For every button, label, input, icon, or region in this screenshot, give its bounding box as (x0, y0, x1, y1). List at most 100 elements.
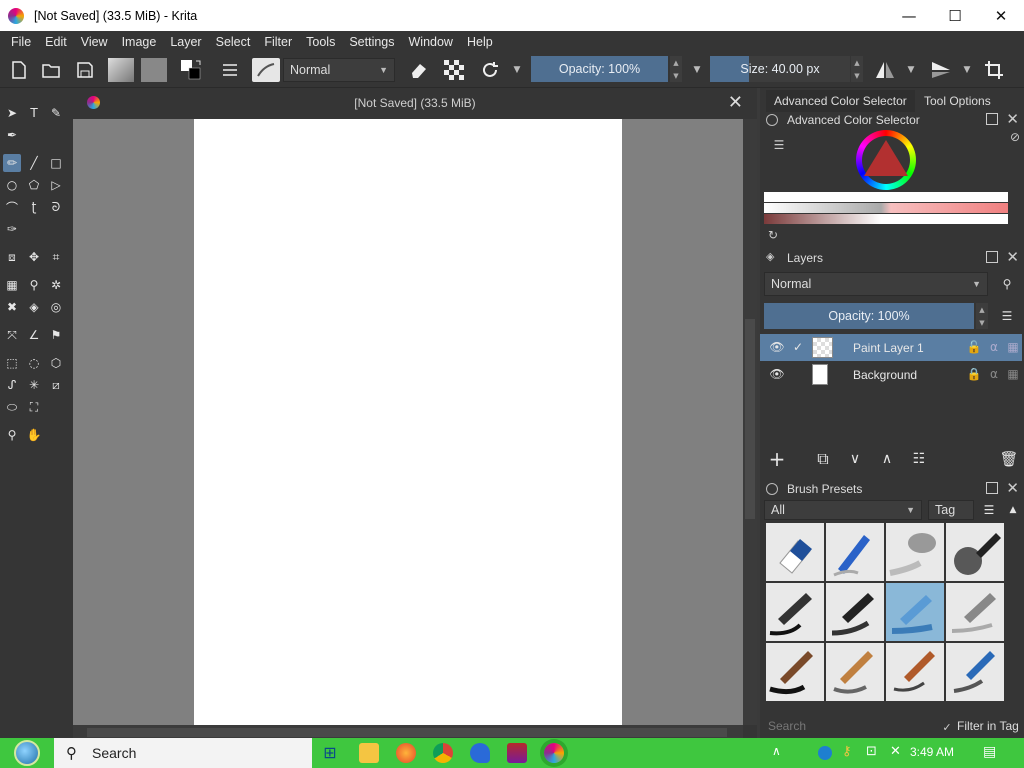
fill-tool-icon[interactable]: ◈ (25, 298, 43, 316)
ellipse-tool-icon[interactable]: ○ (3, 176, 21, 194)
brush-preset-watercolor[interactable] (886, 643, 944, 701)
brush-preset-charcoal[interactable] (946, 643, 1004, 701)
edit-shapes-tool-icon[interactable]: ✎ (47, 104, 65, 122)
similar-color-selection-tool-icon[interactable]: ⧄ (47, 376, 65, 394)
dynamic-brush-tool-icon[interactable]: ᘐ (47, 198, 65, 216)
multibrush-tool-icon[interactable]: ✑ (3, 220, 21, 238)
edge-tray-icon[interactable] (818, 746, 832, 760)
eraser-icon[interactable] (406, 58, 430, 82)
open-document-icon[interactable] (40, 58, 62, 82)
move-layer-up-icon[interactable]: ∧ (878, 450, 896, 468)
firefox-icon[interactable] (396, 743, 416, 763)
menu-image[interactable]: Image (115, 35, 164, 49)
filter-in-tag-checkbox[interactable]: ✓ (938, 718, 956, 736)
bezier-tool-icon[interactable]: ⌒ (3, 198, 21, 216)
rectangle-tool-icon[interactable]: □ (47, 154, 65, 172)
layer-properties-icon[interactable]: ☷ (910, 450, 928, 468)
vertical-scrollbar-thumb[interactable] (745, 319, 755, 519)
network-tray-icon[interactable]: ⊡ (866, 744, 877, 759)
lock-docker-icon[interactable] (766, 114, 778, 126)
reference-images-tool-icon[interactable]: ⚑ (47, 326, 65, 344)
layers-menu-icon[interactable]: ☰ (998, 307, 1016, 325)
brush-preset-wet-paint[interactable] (766, 643, 824, 701)
inherit-alpha-icon[interactable]: ▦ (1004, 338, 1022, 356)
brush-settings-icon[interactable] (219, 58, 241, 82)
taskbar-search[interactable]: ⚲ Search (54, 738, 312, 768)
polyline-tool-icon[interactable]: ▷ (47, 176, 65, 194)
brush-search-input[interactable]: Search (764, 716, 934, 736)
freehand-selection-tool-icon[interactable]: ᔑ (3, 376, 21, 394)
opacity-slider[interactable]: Opacity: 100% (531, 56, 668, 82)
menu-layer[interactable]: Layer (163, 35, 208, 49)
close-layers-docker-icon[interactable]: ✕ (1006, 248, 1019, 266)
reload-dropdown-chevron-icon[interactable]: ▼ (510, 58, 524, 82)
close-docker-icon[interactable]: ✕ (1006, 110, 1019, 128)
colorize-mask-tool-icon[interactable]: ✖ (3, 298, 21, 316)
close-window-button[interactable]: ✕ (978, 0, 1024, 31)
mirror-vertical-icon[interactable] (928, 58, 954, 82)
gradient-swatch[interactable] (108, 58, 134, 82)
menu-window[interactable]: Window (402, 35, 460, 49)
volume-muted-icon[interactable]: ✕ (890, 744, 901, 759)
close-document-icon[interactable]: ✕ (728, 92, 743, 113)
tab-advanced-color-selector[interactable]: Advanced Color Selector (766, 90, 915, 112)
fg-bg-color-icon[interactable] (178, 58, 208, 82)
pattern-swatch[interactable] (141, 58, 167, 82)
refresh-history-icon[interactable]: ↻ (764, 226, 782, 244)
tag-dropdown[interactable]: Tag (928, 500, 974, 520)
menu-settings[interactable]: Settings (342, 35, 401, 49)
menu-edit[interactable]: Edit (38, 35, 74, 49)
line-tool-icon[interactable]: ╱ (25, 154, 43, 172)
brush-preset-ink[interactable] (946, 523, 1004, 581)
freehand-path-tool-icon[interactable]: ʈ (25, 198, 43, 216)
calligraphy-tool-icon[interactable]: ✒ (3, 126, 21, 144)
bezier-selection-tool-icon[interactable]: ⬭ (3, 398, 21, 416)
polygon-tool-icon[interactable]: ⬠ (25, 176, 43, 194)
move-tool-icon[interactable]: ✥ (25, 248, 43, 266)
file-explorer-icon[interactable] (359, 743, 379, 763)
menu-tools[interactable]: Tools (299, 35, 342, 49)
saturation-bar[interactable] (764, 203, 1008, 213)
duplicate-layer-icon[interactable]: ⧉ (814, 449, 832, 468)
inherit-alpha-icon[interactable]: ▦ (1004, 365, 1022, 383)
brush-view-menu-icon[interactable]: ☰ (980, 501, 998, 519)
notification-icon[interactable]: ▤ (983, 744, 996, 760)
magnetic-selection-tool-icon[interactable]: ⛶ (25, 398, 43, 416)
freehand-brush-tool-icon[interactable]: ✏ (3, 154, 21, 172)
menu-help[interactable]: Help (460, 35, 500, 49)
chrome-icon[interactable] (433, 743, 453, 763)
visibility-eye-icon[interactable]: 👁 (768, 365, 786, 383)
alpha-lock-icon[interactable] (442, 58, 466, 82)
text-tool-icon[interactable]: T (25, 104, 43, 122)
layer-opacity-slider[interactable]: Opacity: 100% (764, 303, 974, 329)
save-icon[interactable] (74, 58, 96, 82)
menu-view[interactable]: View (74, 35, 115, 49)
app-drop-icon[interactable] (470, 743, 490, 763)
size-slider[interactable]: Size: 40.00 px (710, 56, 850, 82)
delete-layer-icon[interactable]: 🗑 (999, 450, 1018, 468)
reset-color-icon[interactable]: ⊘ (1006, 128, 1024, 146)
brush-filter-dropdown[interactable]: All ▼ (764, 500, 922, 520)
opacity-dropdown-chevron-icon[interactable]: ▼ (690, 58, 704, 82)
pan-tool-icon[interactable]: ✋ (25, 426, 43, 444)
layer-row-paint-layer-1[interactable]: 👁 ✓ Paint Layer 1 🔓 α ▦ (760, 334, 1022, 361)
maximize-button[interactable]: ☐ (932, 0, 978, 31)
hue-bar[interactable] (764, 214, 1008, 224)
filter-icon[interactable]: ⚲ (998, 275, 1016, 293)
blend-mode-dropdown[interactable]: Normal ▼ (283, 58, 395, 82)
brush-preset-pen[interactable] (826, 583, 884, 641)
float-brush-docker-icon[interactable] (986, 482, 998, 494)
mirror-v-chevron-icon[interactable]: ▼ (960, 58, 974, 82)
layer-checkbox[interactable]: ✓ (789, 338, 807, 356)
brush-preset-airbrush[interactable] (886, 523, 944, 581)
polygonal-selection-tool-icon[interactable]: ⬡ (47, 354, 65, 372)
size-spinner[interactable]: ▲ ▼ (851, 56, 863, 82)
layer-row-background[interactable]: 👁 Background 🔒 α ▦ (760, 361, 1022, 388)
brush-preset-icon[interactable] (252, 58, 280, 82)
key-tray-icon[interactable]: ⚷ (842, 744, 852, 759)
layer-opacity-spinner[interactable]: ▲ ▼ (976, 303, 988, 329)
horizontal-scrollbar-thumb[interactable] (87, 728, 727, 737)
winrar-icon[interactable] (507, 743, 527, 763)
brush-preset-bristles[interactable] (826, 643, 884, 701)
elliptical-selection-tool-icon[interactable]: ◌ (25, 354, 43, 372)
